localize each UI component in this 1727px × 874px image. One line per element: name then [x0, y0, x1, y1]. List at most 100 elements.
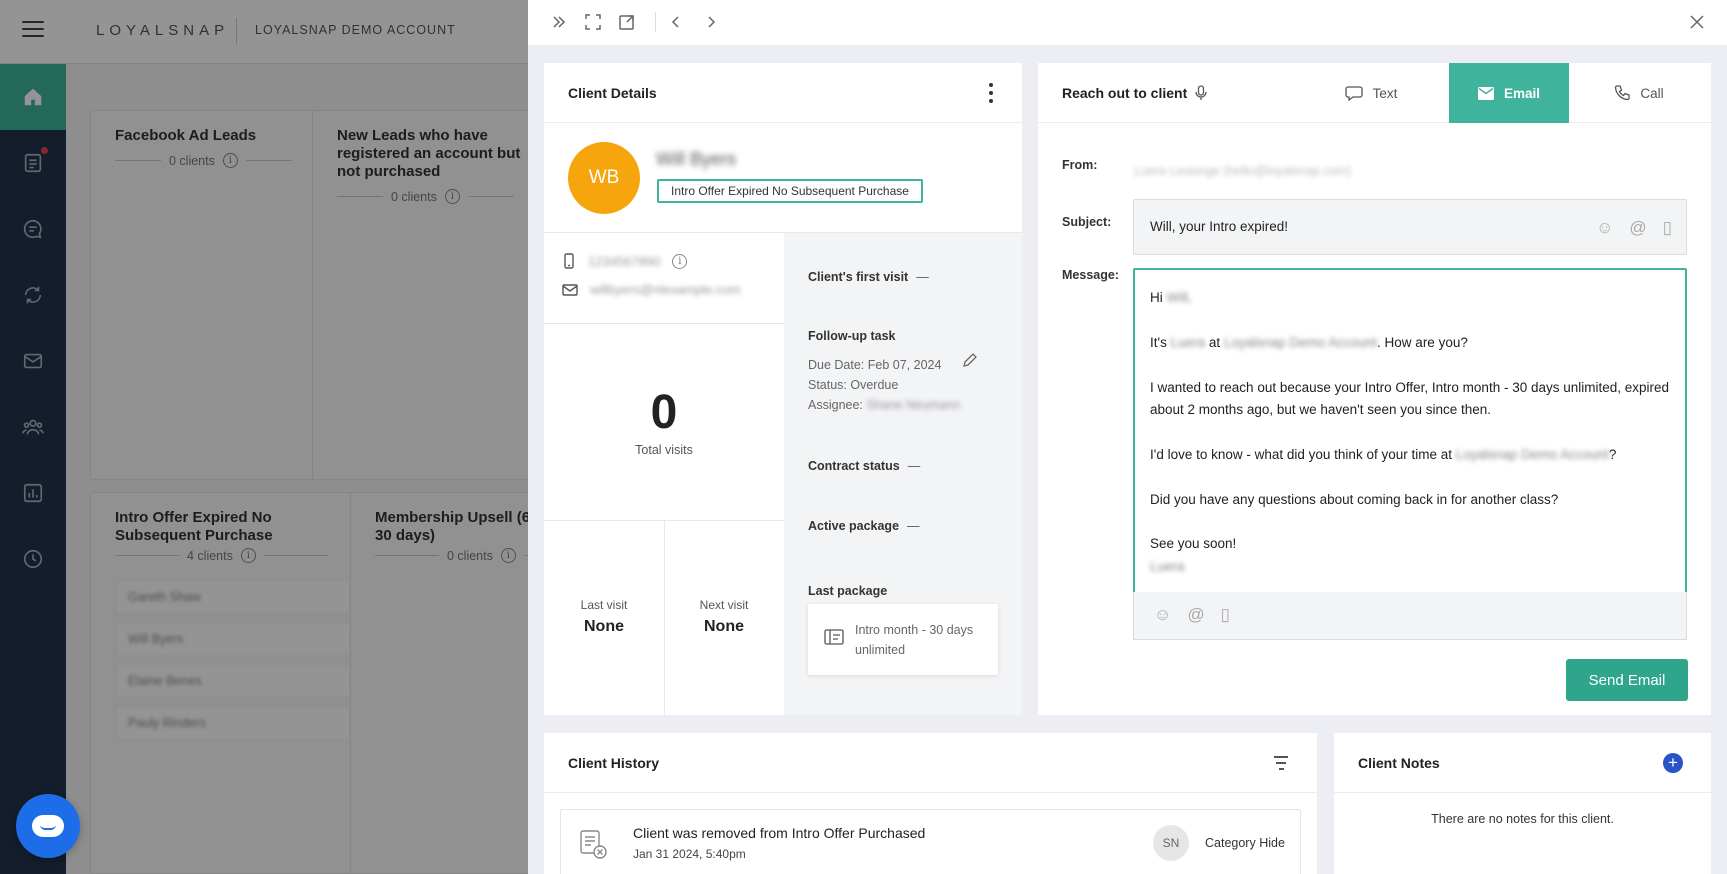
email-address[interactable]: willbyers@nlexample.com: [590, 282, 740, 297]
category-badge[interactable]: Intro Offer Expired No Subsequent Purcha…: [657, 179, 923, 203]
next-visit-label: Next visit: [699, 598, 749, 612]
last-package-label: Last package: [808, 584, 888, 598]
mention-icon[interactable]: @: [1187, 606, 1204, 623]
first-visit-value: —: [916, 270, 929, 284]
toolbar-divider: [655, 12, 656, 32]
message-text: Loyalsnap Demo Account: [1455, 446, 1609, 462]
subject-text: Will, your Intro expired!: [1150, 219, 1289, 234]
followup-due-date: Due Date: Feb 07, 2024: [808, 358, 942, 372]
tab-text[interactable]: Text: [1332, 63, 1410, 123]
message-label: Message:: [1062, 268, 1119, 282]
tab-label: Call: [1640, 85, 1664, 101]
card-title: Client Notes: [1358, 755, 1440, 771]
subject-input[interactable]: Will, your Intro expired! ☺ @ ▯: [1133, 199, 1687, 255]
message-text: Loyalsnap Demo Account: [1223, 334, 1378, 350]
message-text: at: [1208, 334, 1221, 350]
avatar: WB: [568, 142, 640, 214]
clipboard-icon[interactable]: ▯: [1663, 219, 1672, 236]
history-time: Jan 31 2024, 5:40pm: [633, 847, 746, 861]
notes-empty-state: There are no notes for this client.: [1431, 812, 1614, 826]
tab-label: Text: [1372, 85, 1398, 101]
last-package-name: Intro month - 30 days unlimited: [855, 623, 974, 657]
client-notes-card: Client Notes + There are no notes for th…: [1334, 733, 1711, 874]
message-textarea[interactable]: Hi Will, It's Luera at Loyalsnap Demo Ac…: [1133, 268, 1687, 594]
contract-status-value: —: [907, 459, 921, 473]
from-value[interactable]: Luera Louisnge (hello@loyalsnap.com): [1134, 164, 1351, 178]
from-label: From:: [1062, 158, 1098, 172]
message-text: ?: [1608, 446, 1617, 462]
chat-icon: [1344, 86, 1363, 101]
edit-icon[interactable]: [962, 352, 978, 368]
collapse-icon[interactable]: [550, 13, 568, 31]
first-visit-label-text: Client's first visit: [808, 270, 909, 284]
active-package-value: —: [907, 519, 920, 533]
message-text: I'd love to know - what did you think of…: [1150, 446, 1452, 462]
drawer-toolbar: [528, 0, 1727, 45]
emoji-icon[interactable]: ☺: [1154, 606, 1171, 623]
active-package-label-text: Active package: [808, 519, 900, 533]
contract-status-label: Contract status —: [808, 459, 920, 473]
card-header: Client Notes +: [1334, 733, 1711, 793]
chat-widget-button[interactable]: [16, 794, 80, 858]
divider: [544, 232, 1022, 233]
tab-email[interactable]: Email: [1449, 63, 1569, 123]
message-text: . How are you?: [1377, 334, 1468, 350]
clipboard-icon[interactable]: ▯: [1221, 606, 1230, 623]
message-text: I wanted to reach out because your Intro…: [1150, 379, 1670, 417]
last-package-card: Intro month - 30 days unlimited: [808, 604, 998, 675]
total-visits-label: Total visits: [635, 443, 693, 457]
message-tools: ☺ @ ▯: [1154, 606, 1230, 623]
chat-bubble-icon: [32, 815, 64, 837]
more-options-icon[interactable]: [988, 83, 994, 103]
history-item[interactable]: Client was removed from Intro Offer Purc…: [560, 809, 1301, 874]
fullscreen-icon[interactable]: [584, 13, 602, 31]
add-note-icon[interactable]: +: [1663, 753, 1683, 773]
message-text: Luera: [1150, 558, 1185, 574]
assignee-label: Assignee:: [808, 398, 863, 412]
send-email-button[interactable]: Send Email: [1566, 659, 1688, 701]
client-name[interactable]: Will Byers: [656, 149, 736, 170]
open-external-icon[interactable]: [618, 13, 636, 31]
history-action: Category Hide: [1205, 836, 1285, 850]
client-history-card: Client History Client was removed from I…: [544, 733, 1317, 874]
subject-tools: ☺ @ ▯: [1596, 219, 1672, 236]
phone-icon: [1615, 85, 1631, 101]
message-text: See you soon!: [1150, 536, 1237, 552]
active-package-label: Active package —: [808, 519, 920, 533]
info-icon[interactable]: i: [672, 253, 688, 269]
message-text: Will,: [1166, 290, 1193, 305]
microphone-icon[interactable]: [1195, 85, 1207, 101]
phone-icon: [564, 253, 574, 269]
card-header: Client Details: [544, 63, 1022, 123]
message-text: It's: [1150, 334, 1167, 350]
tab-call[interactable]: Call: [1598, 63, 1680, 123]
removed-category-icon: [580, 830, 607, 859]
first-visit-label: Client's first visit —: [808, 270, 929, 284]
message-text: Luera: [1170, 334, 1206, 350]
followup-status: Status: Overdue: [808, 378, 899, 392]
divider: [544, 323, 784, 324]
card-title: Client History: [568, 755, 660, 771]
history-title: Client was removed from Intro Offer Purc…: [633, 825, 926, 841]
mail-icon: [1477, 86, 1494, 100]
mention-icon[interactable]: @: [1629, 219, 1646, 236]
last-visit-value: None: [584, 618, 624, 635]
client-details-card: Client Details WB Will Byers Intro Offer…: [544, 63, 1022, 715]
phone-number[interactable]: 1234567890: [588, 254, 660, 269]
next-icon[interactable]: [702, 13, 720, 31]
filter-icon[interactable]: [1273, 756, 1289, 770]
total-visits-count: 0: [650, 386, 678, 439]
tab-label: Email: [1503, 85, 1541, 101]
avatar: SN: [1153, 825, 1189, 861]
close-icon[interactable]: [1688, 13, 1706, 31]
ticket-icon: [824, 629, 844, 645]
previous-icon[interactable]: [667, 13, 685, 31]
message-text: Hi: [1150, 290, 1163, 305]
message-body: Hi Will, It's Luera at Loyalsnap Demo Ac…: [1150, 287, 1670, 578]
message-toolbar: ☺ @ ▯: [1133, 592, 1687, 640]
card-header: Reach out to client Text Email Call: [1038, 63, 1711, 123]
card-title: Reach out to client: [1062, 85, 1188, 101]
emoji-icon[interactable]: ☺: [1596, 219, 1613, 236]
subject-label: Subject:: [1062, 215, 1112, 229]
reach-out-card: Reach out to client Text Email Call From…: [1038, 63, 1711, 715]
